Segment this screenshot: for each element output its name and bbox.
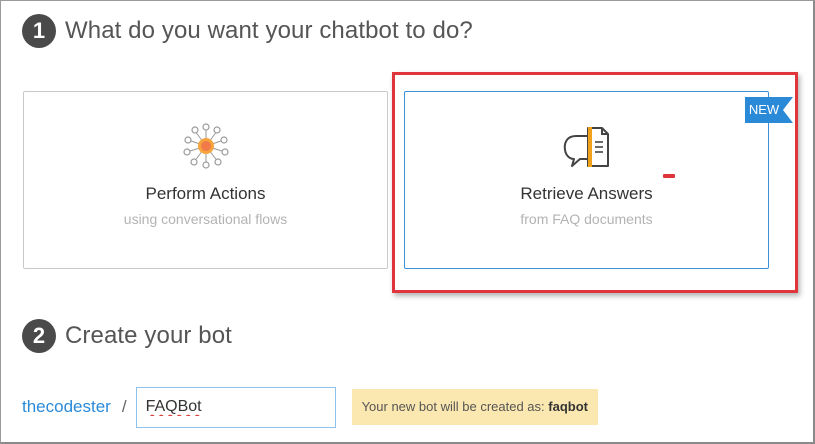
new-badge-label: NEW	[745, 97, 783, 123]
step-1-title: What do you want your chatbot to do?	[65, 17, 473, 44]
step-2-number: 2	[22, 319, 56, 353]
new-badge: NEW	[745, 97, 795, 123]
step-1-header: 1 What do you want your chatbot to do?	[22, 14, 473, 48]
retrieve-answers-card[interactable]: Retrieve Answers from FAQ documents	[404, 91, 769, 269]
retrieve-answers-title: Retrieve Answers	[520, 184, 653, 203]
hint-bot-name: faqbot	[548, 399, 588, 414]
step-2-header: 2 Create your bot	[22, 319, 232, 353]
bot-name-hint: Your new bot will be created as: faqbot	[351, 389, 598, 425]
bot-name-input[interactable]	[135, 386, 336, 428]
step-2-title: Create your bot	[65, 322, 232, 349]
perform-actions-title: Perform Actions	[145, 184, 266, 203]
chat-document-icon	[563, 127, 609, 167]
bot-name-row: thecodester / Your new bot will be creat…	[22, 386, 598, 428]
hint-prefix: Your new bot will be created as:	[361, 399, 545, 414]
perform-actions-subtitle: using conversational flows	[123, 211, 288, 227]
new-badge-tail	[783, 97, 793, 123]
retrieve-answers-subtitle: from FAQ documents	[520, 211, 653, 227]
network-nodes-icon	[182, 123, 229, 169]
annotation-dash	[663, 174, 675, 178]
owner-link[interactable]: thecodester	[22, 397, 111, 417]
perform-actions-card[interactable]: Perform Actions using conversational flo…	[23, 91, 388, 269]
path-separator: /	[121, 397, 127, 416]
step-1-number: 1	[22, 14, 56, 48]
